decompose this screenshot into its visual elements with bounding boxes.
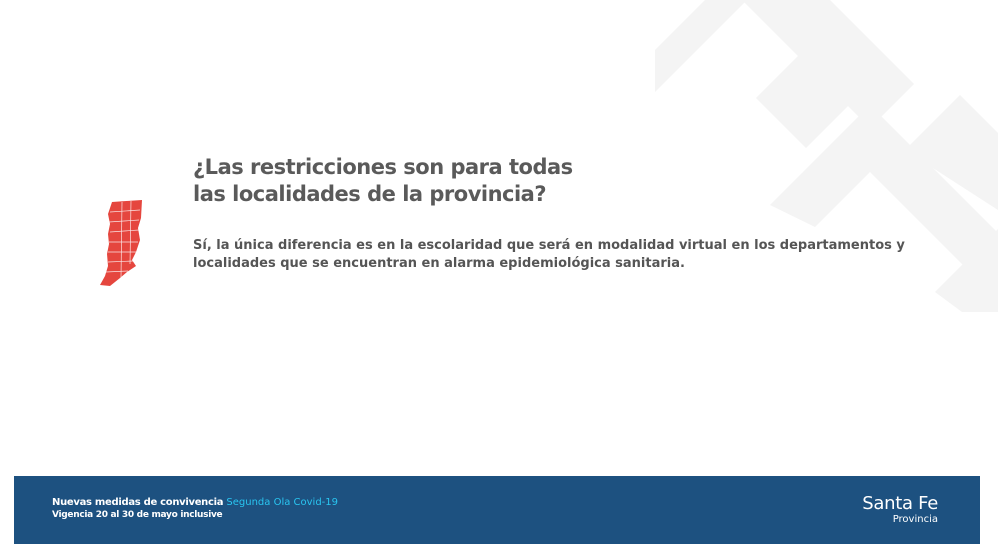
question-line: las localidades de la provincia? [193,182,547,206]
brand-name: Santa Fe [862,493,938,514]
footer-campaign: Nuevas medidas de convivencia Segunda Ol… [52,497,338,521]
answer-line: Sí, la única diferencia es en la escolar… [193,238,905,253]
question-heading: ¿Las restricciones son para todas las lo… [193,154,573,208]
slide: ¿Las restricciones son para todas las lo… [0,0,998,557]
santa-fe-province-map-icon [100,200,142,286]
chevron-watermark [655,0,998,312]
question-line: ¿Las restricciones son para todas [193,155,573,179]
brand-sub: Provincia [892,514,938,525]
answer-text: Sí, la única diferencia es en la escolar… [193,237,905,273]
footer-subtitle: Segunda Ola Covid-19 [226,497,339,508]
footer-title-line: Nuevas medidas de convivencia Segunda Ol… [52,497,338,509]
footer-title: Nuevas medidas de convivencia [52,497,224,508]
brand-logo: Santa Fe Provincia [862,494,938,526]
footer-bar: Nuevas medidas de convivencia Segunda Ol… [14,476,980,544]
footer-dates: Vigencia 20 al 30 de mayo inclusive [52,510,223,520]
answer-line: localidades que se encuentran en alarma … [193,256,685,271]
